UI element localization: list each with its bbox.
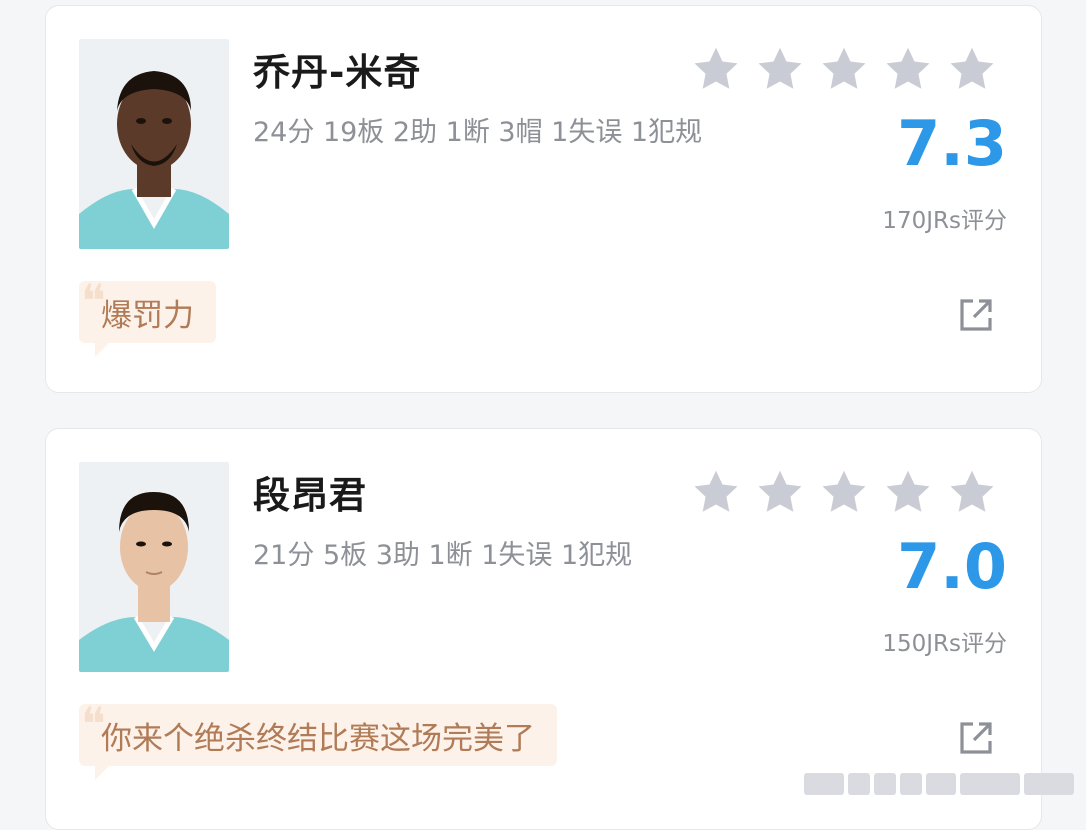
star-rating[interactable]: [691, 44, 997, 94]
player-score: 7.0: [897, 530, 1007, 603]
comment-bubble-tail: [95, 764, 111, 780]
star-rating[interactable]: [691, 467, 997, 517]
vote-count: 150JRs评分: [882, 631, 1007, 657]
player-rating-card[interactable]: 段昂君 21分 5板 3助 1断 1失误 1犯规 7.0 150JRs评分 ❝ …: [45, 428, 1042, 830]
player-name: 乔丹-米奇: [253, 51, 422, 94]
player-stats: 24分 19板 2助 1断 3帽 1失误 1犯规: [253, 117, 703, 148]
top-comment[interactable]: ❝ 爆罚力: [79, 278, 216, 357]
star-icon[interactable]: [883, 44, 933, 94]
top-comment[interactable]: ❝ 你来个绝杀终结比赛这场完美了: [79, 701, 557, 780]
comment-text: 你来个绝杀终结比赛这场完美了: [101, 720, 535, 757]
player-name: 段昂君: [253, 474, 367, 517]
share-external-icon[interactable]: [958, 297, 994, 333]
star-icon[interactable]: [691, 44, 741, 94]
star-icon[interactable]: [755, 44, 805, 94]
star-icon[interactable]: [947, 467, 997, 517]
player-score: 7.3: [897, 107, 1007, 180]
star-icon[interactable]: [883, 467, 933, 517]
comment-text: 爆罚力: [101, 297, 194, 334]
player-stats: 21分 5板 3助 1断 1失误 1犯规: [253, 540, 633, 571]
share-external-icon[interactable]: [958, 720, 994, 756]
watermark: [804, 773, 1074, 795]
vote-count: 170JRs评分: [882, 208, 1007, 234]
star-icon[interactable]: [819, 467, 869, 517]
player-avatar: [79, 462, 229, 672]
star-icon[interactable]: [947, 44, 997, 94]
player-rating-card[interactable]: 乔丹-米奇 24分 19板 2助 1断 3帽 1失误 1犯规 7.3 170JR…: [45, 5, 1042, 393]
comment-bubble-tail: [95, 341, 111, 357]
player-avatar: [79, 39, 229, 249]
star-icon[interactable]: [819, 44, 869, 94]
star-icon[interactable]: [755, 467, 805, 517]
star-icon[interactable]: [691, 467, 741, 517]
